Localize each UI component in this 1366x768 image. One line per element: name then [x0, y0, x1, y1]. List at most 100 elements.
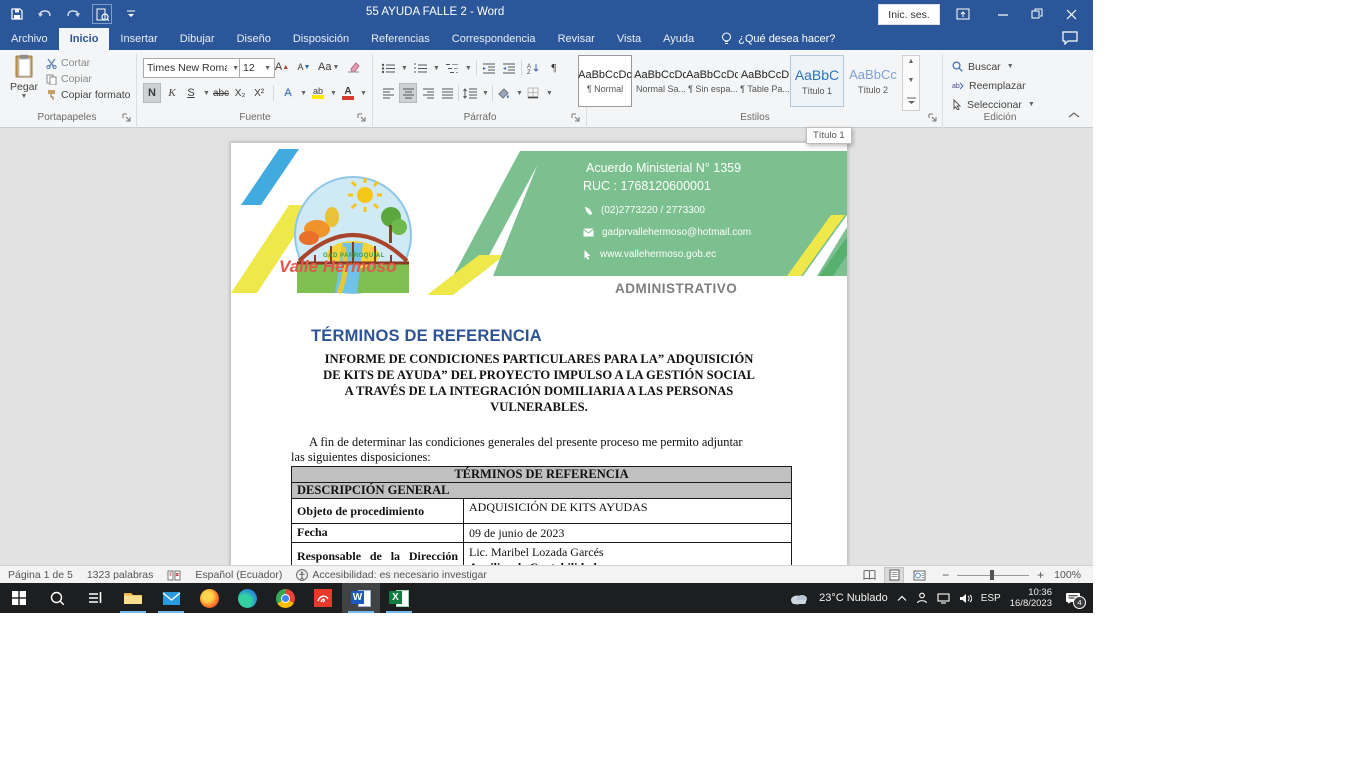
tab-insertar[interactable]: Insertar: [109, 28, 168, 50]
start-button[interactable]: [0, 583, 38, 613]
borders-button[interactable]: [526, 84, 542, 102]
line-spacing-button[interactable]: [462, 84, 478, 102]
replace-button[interactable]: ab Reemplazar: [952, 77, 1035, 94]
tab-archivo[interactable]: Archivo: [0, 28, 59, 50]
font-family-combo[interactable]: Times New Roman ▼: [143, 58, 243, 78]
font-size-combo[interactable]: 12 ▼: [239, 58, 275, 78]
increase-indent-button[interactable]: [501, 59, 517, 77]
justify-button[interactable]: [439, 84, 455, 102]
tab-diseno[interactable]: Diseño: [226, 28, 282, 50]
style-normal-sangria[interactable]: AaBbCcDc Normal Sa...: [634, 55, 688, 107]
task-view-button[interactable]: [76, 583, 114, 613]
italic-button[interactable]: K: [164, 84, 180, 102]
shading-button[interactable]: [496, 84, 512, 102]
align-right-button[interactable]: [420, 84, 436, 102]
action-center-button[interactable]: 4: [1065, 592, 1081, 605]
font-color-button[interactable]: A: [340, 84, 356, 102]
paste-dropdown-arrow[interactable]: ▼: [6, 93, 42, 100]
redo-icon[interactable]: [64, 5, 82, 23]
tab-revisar[interactable]: Revisar: [547, 28, 606, 50]
clear-formatting-button[interactable]: [345, 58, 361, 76]
highlight-button[interactable]: ab: [310, 84, 326, 102]
underline-button[interactable]: S: [183, 84, 199, 102]
taskbar-file-explorer[interactable]: [114, 583, 152, 613]
multilevel-list-button[interactable]: [444, 59, 460, 77]
find-button[interactable]: Buscar▼: [952, 58, 1035, 75]
weather-cloud-icon[interactable]: [788, 591, 810, 605]
taskbar-acrobat[interactable]: [304, 583, 342, 613]
align-center-button[interactable]: [399, 83, 417, 103]
minimize-button[interactable]: [988, 0, 1018, 28]
zoom-level[interactable]: 100%: [1054, 569, 1081, 581]
taskbar-search-button[interactable]: [38, 583, 76, 613]
sort-button[interactable]: AZ: [526, 59, 542, 77]
numbering-button[interactable]: [412, 59, 428, 77]
print-layout-button[interactable]: [884, 567, 904, 584]
taskbar-firefox[interactable]: [190, 583, 228, 613]
styles-dialog-launcher[interactable]: [928, 113, 938, 123]
people-icon[interactable]: [916, 592, 928, 604]
ribbon-display-options-icon[interactable]: [948, 0, 978, 28]
proofing-icon[interactable]: [167, 570, 181, 581]
volume-icon[interactable]: [959, 593, 972, 604]
paste-button[interactable]: Pegar ▼: [6, 54, 42, 106]
tab-ayuda[interactable]: Ayuda: [652, 28, 705, 50]
accessibility-status[interactable]: Accesibilidad: es necesario investigar: [296, 569, 487, 581]
tab-disposicion[interactable]: Disposición: [282, 28, 360, 50]
align-left-button[interactable]: [380, 84, 396, 102]
clock[interactable]: 10:36 16/8/2023: [1010, 587, 1052, 609]
save-icon[interactable]: [8, 5, 26, 23]
style-titulo-1[interactable]: AaBbC Título 1: [790, 55, 844, 107]
close-button[interactable]: [1056, 0, 1086, 28]
superscript-button[interactable]: X²: [251, 84, 267, 102]
styles-gallery-more-icon[interactable]: [907, 96, 916, 108]
zoom-slider-thumb[interactable]: [990, 570, 994, 580]
paragraph-dialog-launcher[interactable]: [571, 113, 581, 123]
select-button[interactable]: Seleccionar▼: [952, 96, 1035, 113]
change-case-button[interactable]: Aa▼: [318, 58, 339, 76]
copy-button[interactable]: Copiar: [46, 73, 92, 85]
taskbar-chrome[interactable]: [266, 583, 304, 613]
zoom-slider[interactable]: [957, 575, 1029, 576]
collapse-ribbon-icon[interactable]: [1068, 110, 1080, 122]
grow-font-button[interactable]: A▲: [274, 58, 290, 76]
clipboard-dialog-launcher[interactable]: [122, 113, 132, 123]
text-effects-button[interactable]: A: [280, 84, 296, 102]
strikethrough-button[interactable]: abc: [213, 84, 229, 102]
tab-vista[interactable]: Vista: [606, 28, 652, 50]
zoom-in-button[interactable]: +: [1037, 568, 1044, 582]
taskbar-excel[interactable]: X: [380, 583, 418, 613]
taskbar-word[interactable]: W: [342, 583, 380, 613]
customize-qat-icon[interactable]: [122, 5, 140, 23]
restore-button[interactable]: [1022, 0, 1052, 28]
language-indicator[interactable]: Español (Ecuador): [195, 569, 282, 581]
tab-dibujar[interactable]: Dibujar: [169, 28, 226, 50]
zoom-out-button[interactable]: −: [942, 568, 949, 582]
bold-button[interactable]: N: [143, 83, 161, 103]
read-mode-button[interactable]: [860, 568, 878, 583]
tab-referencias[interactable]: Referencias: [360, 28, 441, 50]
language-switcher[interactable]: ESP: [981, 593, 1001, 604]
network-icon[interactable]: [937, 593, 950, 604]
page-indicator[interactable]: Página 1 de 5: [8, 569, 73, 581]
document-page[interactable]: GAD PARROQUIAL Valle Hermoso Acuerdo Min…: [230, 142, 848, 567]
style-normal[interactable]: AaBbCcDc ¶ Normal: [578, 55, 632, 107]
cut-button[interactable]: Cortar: [46, 57, 90, 69]
web-layout-button[interactable]: [910, 568, 928, 583]
style-titulo-2[interactable]: AaBbCc Título 2: [846, 55, 900, 107]
word-count[interactable]: 1323 palabras: [87, 569, 154, 581]
taskbar-edge[interactable]: [228, 583, 266, 613]
decrease-indent-button[interactable]: [481, 59, 497, 77]
font-dialog-launcher[interactable]: [357, 113, 367, 123]
subscript-button[interactable]: X₂: [232, 84, 248, 102]
show-marks-button[interactable]: ¶: [546, 59, 562, 77]
tab-inicio[interactable]: Inicio: [59, 28, 110, 50]
weather-text[interactable]: 23°C Nublado: [819, 592, 888, 604]
styles-scroll-up-icon[interactable]: ▲: [908, 58, 915, 65]
sign-in-button[interactable]: Inic. ses.: [878, 4, 940, 25]
style-sin-espaciado[interactable]: AaBbCcDc ¶ Sin espa...: [686, 55, 740, 107]
undo-icon[interactable]: [36, 5, 54, 23]
tab-correspondencia[interactable]: Correspondencia: [441, 28, 547, 50]
tell-me-box[interactable]: ¿Qué desea hacer?: [721, 28, 835, 50]
comments-icon[interactable]: [1062, 31, 1078, 50]
